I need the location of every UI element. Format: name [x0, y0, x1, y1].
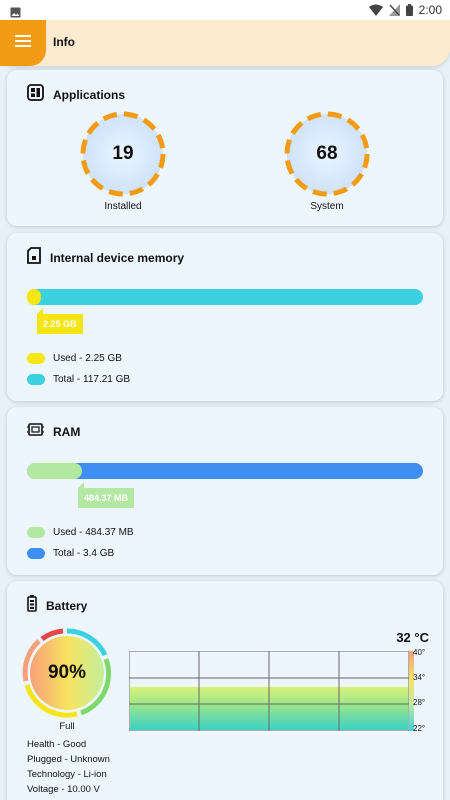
ram-used-swatch: [27, 527, 45, 538]
ram-total-text: Total - 3.4 GB: [53, 548, 115, 559]
status-bar: 2:00: [0, 0, 450, 22]
battery-title: Battery: [46, 599, 88, 613]
storage-used-tag: 2.25 GB: [37, 308, 83, 334]
hamburger-menu-icon: [15, 34, 31, 52]
scale-tick-34: 34°: [413, 673, 426, 682]
wifi-icon: [368, 4, 383, 16]
sd-card-icon: [27, 247, 41, 269]
temperature-scale: [409, 651, 414, 731]
battery-health: Health - Good: [27, 739, 87, 750]
page-title: Info: [53, 35, 75, 49]
battery-plugged: Plugged - Unknown: [27, 754, 110, 765]
storage-used-bar: [27, 289, 41, 305]
ram-used-bar: [27, 463, 82, 479]
ram-total-bar: [27, 463, 423, 479]
storage-used-tag-text: 2.25 GB: [43, 319, 77, 329]
ram-legend-used: Used - 484.37 MB: [27, 527, 134, 538]
app-bar: Info: [0, 20, 450, 66]
no-signal-icon: [388, 4, 400, 16]
ram-card[interactable]: RAM 484.37 MB Used - 484.37 MB Total - 3…: [7, 407, 443, 575]
scale-tick-22: 22°: [413, 724, 426, 733]
internal-memory-card[interactable]: Internal device memory 2.25 GB Used - 2.…: [7, 233, 443, 401]
temperature-chart: [128, 650, 410, 732]
temperature-readout: 32 °C: [396, 630, 429, 645]
storage-legend-total: Total - 117.21 GB: [27, 374, 130, 385]
storage-legend-used: Used - 2.25 GB: [27, 353, 122, 364]
battery-voltage: Voltage - 10.00 V: [27, 784, 100, 795]
used-swatch: [27, 353, 45, 364]
applications-card[interactable]: Applications 19 Installed 68 System: [7, 70, 443, 226]
scale-tick-28: 28°: [413, 698, 426, 707]
internal-memory-title: Internal device memory: [50, 251, 185, 265]
battery-status-icon: [405, 4, 413, 16]
status-time: 2:00: [418, 3, 442, 17]
storage-total-text: Total - 117.21 GB: [53, 374, 131, 385]
menu-button[interactable]: [0, 20, 46, 66]
storage-used-text: Used - 2.25 GB: [53, 353, 122, 364]
ram-legend-total: Total - 3.4 GB: [27, 548, 114, 559]
system-count: 68: [316, 143, 338, 164]
installed-count: 19: [112, 143, 134, 164]
installed-apps-ring[interactable]: 19: [77, 108, 169, 200]
ram-total-swatch: [27, 548, 45, 559]
ram-used-text: Used - 484.37 MB: [53, 527, 134, 538]
apps-grid-icon: [27, 84, 44, 106]
ram-title: RAM: [53, 425, 81, 439]
system-label: System: [310, 201, 344, 212]
battery-icon: [27, 595, 37, 617]
battery-card[interactable]: Battery 90% Full Health - Good Plugged -…: [7, 581, 443, 800]
applications-title: Applications: [53, 88, 126, 102]
ram-used-tag: 484.37 MB: [78, 482, 135, 508]
battery-percent: 90%: [47, 662, 87, 683]
system-apps-ring[interactable]: 68: [281, 108, 373, 200]
battery-status: Full: [59, 721, 75, 732]
battery-technology: Technology - Li-ion: [27, 769, 107, 780]
battery-gauge: 90%: [21, 627, 113, 719]
memory-chip-icon: [27, 421, 44, 443]
installed-label: Installed: [104, 201, 142, 212]
ram-used-tag-text: 484.37 MB: [84, 493, 129, 503]
storage-total-bar: [27, 289, 423, 305]
scale-tick-40: 40°: [413, 648, 426, 657]
total-swatch: [27, 374, 45, 385]
